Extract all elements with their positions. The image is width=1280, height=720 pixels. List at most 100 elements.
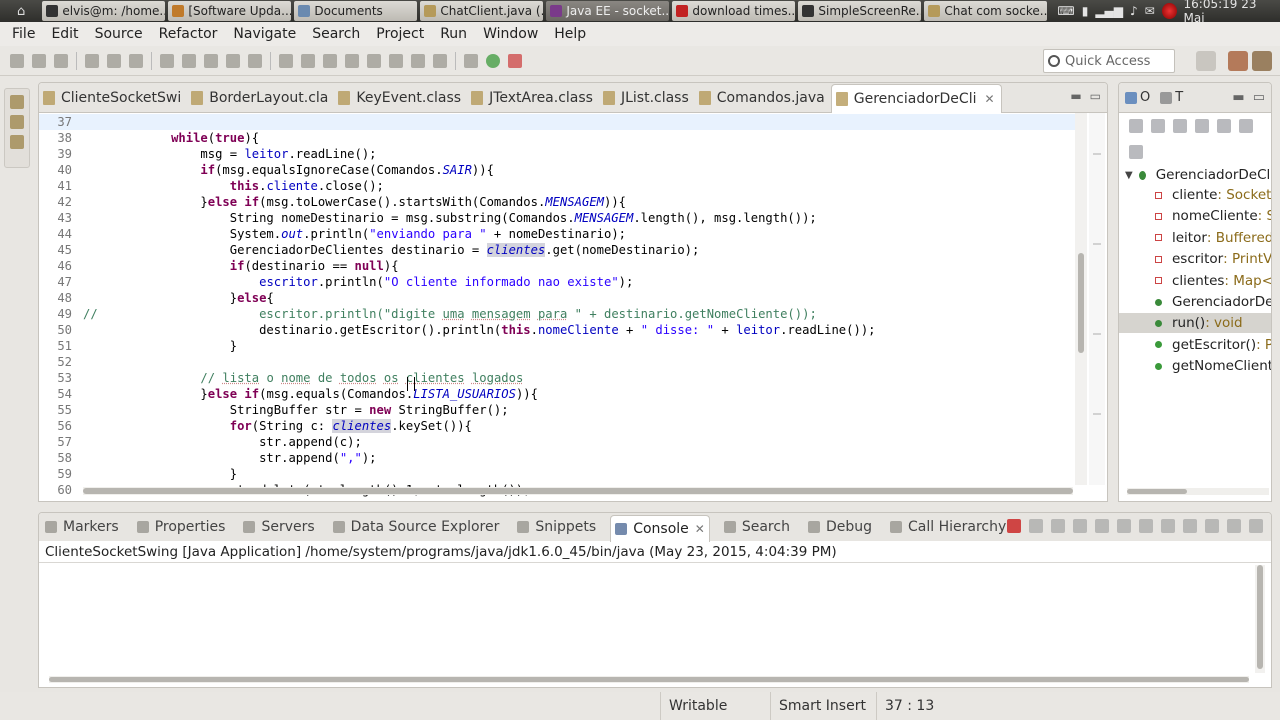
dropdown-icon[interactable] [32,53,46,68]
task-icon[interactable] [160,53,174,68]
outline-item[interactable]: run() : void [1119,313,1271,334]
block-select-icon[interactable] [204,53,218,68]
code-line[interactable]: 52 [39,354,1079,370]
taskbar-task[interactable]: Documents [294,1,418,21]
network-icon[interactable]: ▂▄▆ [1095,4,1123,18]
ruler-mark[interactable] [1093,243,1101,245]
clear-console-icon[interactable] [1073,519,1087,533]
tab-outline[interactable]: O [1125,90,1150,105]
menu-search[interactable]: Search [304,26,368,42]
sort-icon[interactable] [1151,119,1165,133]
hide-nonpublic-icon[interactable] [1217,119,1231,133]
open-perspective-icon[interactable] [1196,51,1216,71]
taskbar-task[interactable]: elvis@m: /home... [42,1,166,21]
outline-item[interactable]: leitor : Buffered [1119,228,1271,248]
code-line[interactable]: 38 while(true){ [39,130,1079,146]
chat-icon[interactable]: ✉ [1145,4,1155,18]
menu-source[interactable]: Source [87,26,151,42]
open-console-icon[interactable] [1183,519,1197,533]
mark-occurrences-icon[interactable] [182,53,196,68]
taskbar-task[interactable]: SimpleScreenRe... [798,1,922,21]
view-menu-icon[interactable] [1129,145,1143,159]
external-tools-icon[interactable] [508,53,522,68]
minimize-icon[interactable] [1227,519,1241,533]
launcher-icon[interactable]: ⌂ [0,0,42,22]
editor-horizontal-scrollbar[interactable] [83,487,1073,495]
code-line[interactable]: 57 str.append(c); [39,434,1079,450]
taskbar-task[interactable]: [Software Upda... [168,1,292,21]
collapse-all-icon[interactable] [1129,119,1143,133]
code-line[interactable]: 48 }else{ [39,290,1079,306]
menu-help[interactable]: Help [546,26,594,42]
code-line[interactable]: 41 this.cliente.close(); [39,178,1079,194]
editor-tab[interactable]: GerenciadorDeCli ✕ [830,84,1002,113]
taskbar-task[interactable]: Java EE - socket... [546,1,670,21]
code-line[interactable]: 58 str.append(","); [39,450,1079,466]
code-line[interactable]: 44 System.out.println("enviando para " +… [39,226,1079,242]
tab-data-source-explorer[interactable]: Data Source Explorer [329,514,504,540]
taskbar-task[interactable]: Chat com socke... [924,1,1048,21]
code-line[interactable]: 47 escritor.println("O cliente informado… [39,274,1079,290]
code-line[interactable]: 39 msg = leitor.readLine(); [39,146,1079,162]
outline-horizontal-scrollbar[interactable] [1127,488,1269,495]
scroll-thumb[interactable] [83,488,1073,494]
ruler-mark[interactable] [1093,153,1101,155]
battery-icon[interactable]: ▮ [1082,4,1089,18]
tab-snippets[interactable]: Snippets [513,514,600,540]
resume-icon[interactable] [367,53,381,68]
session-icon[interactable] [1161,3,1177,19]
paragraph-icon[interactable] [248,53,262,68]
link-icon[interactable] [301,53,315,68]
menu-navigate[interactable]: Navigate [225,26,304,42]
print-icon[interactable] [129,53,143,68]
hierarchy-icon[interactable] [10,135,24,149]
tab-task-list[interactable]: T [1160,90,1183,105]
code-line[interactable]: 49 // escritor.println("digite uma mensag… [39,306,1079,322]
scroll-thumb[interactable] [49,677,1249,682]
save-all-icon[interactable] [107,53,121,68]
taskbar-task[interactable]: download times... [672,1,796,21]
step-into-icon[interactable] [433,53,447,68]
display-console-icon[interactable] [1161,519,1175,533]
quick-access-input[interactable]: Quick Access [1043,49,1175,73]
code-line[interactable]: 46 if(destinario == null){ [39,258,1079,274]
pin-console-icon[interactable] [1117,519,1131,533]
view-menu-icon[interactable] [1205,519,1219,533]
menu-refactor[interactable]: Refactor [151,26,226,42]
outline-class-node[interactable]: ▼ GerenciadorDeCl [1119,165,1271,185]
tab-search[interactable]: Search [720,514,794,540]
code-line[interactable]: 59 } [39,466,1079,482]
tab-call-hierarchy[interactable]: Call Hierarchy [886,514,1010,540]
code-area[interactable]: 37 38 while(true){39 msg = leitor.readLin… [39,113,1091,497]
tab-debug[interactable]: Debug [804,514,876,540]
word-wrap-icon[interactable] [1139,519,1153,533]
code-line[interactable]: 43 String nomeDestinario = msg.substring… [39,210,1079,226]
maximize-icon[interactable]: ▭ [1253,90,1265,105]
expand-icon[interactable]: ▼ [1125,170,1133,181]
code-line[interactable]: 40 if(msg.equalsIgnoreCase(Comandos.SAIR… [39,162,1079,178]
java-perspective-icon[interactable] [1252,51,1272,71]
outline-item[interactable]: getNomeClient [1119,356,1271,376]
code-line[interactable]: 54 }else if(msg.equals(Comandos.LISTA_US… [39,386,1079,402]
editor-tab[interactable]: JList.class [599,84,695,112]
hide-static-icon[interactable] [1195,119,1209,133]
scroll-thumb[interactable] [1078,253,1084,353]
scroll-thumb[interactable] [1257,565,1263,669]
remove-all-icon[interactable] [1051,519,1065,533]
code-line[interactable]: 42 }else if(msg.toLowerCase().startsWith… [39,194,1079,210]
restore-icon[interactable] [10,95,24,109]
terminate-icon[interactable] [411,53,425,68]
tab-console[interactable]: Console ✕ [610,514,710,542]
menu-window[interactable]: Window [475,26,546,42]
code-line[interactable]: 51 } [39,338,1079,354]
volume-icon[interactable]: ♪ [1130,4,1138,18]
hide-fields-icon[interactable] [1173,119,1187,133]
scroll-lock-icon[interactable] [1095,519,1109,533]
overview-ruler[interactable] [1089,113,1105,485]
code-line[interactable]: 50 destinario.getEscritor().println(this… [39,322,1079,338]
console-horizontal-scrollbar[interactable] [49,676,1249,683]
remove-launch-icon[interactable] [1029,519,1043,533]
java-ee-perspective-icon[interactable] [1228,51,1248,71]
code-line[interactable]: 56 for(String c: clientes.keySet()){ [39,418,1079,434]
skip-breakpoints-icon[interactable] [279,53,293,68]
